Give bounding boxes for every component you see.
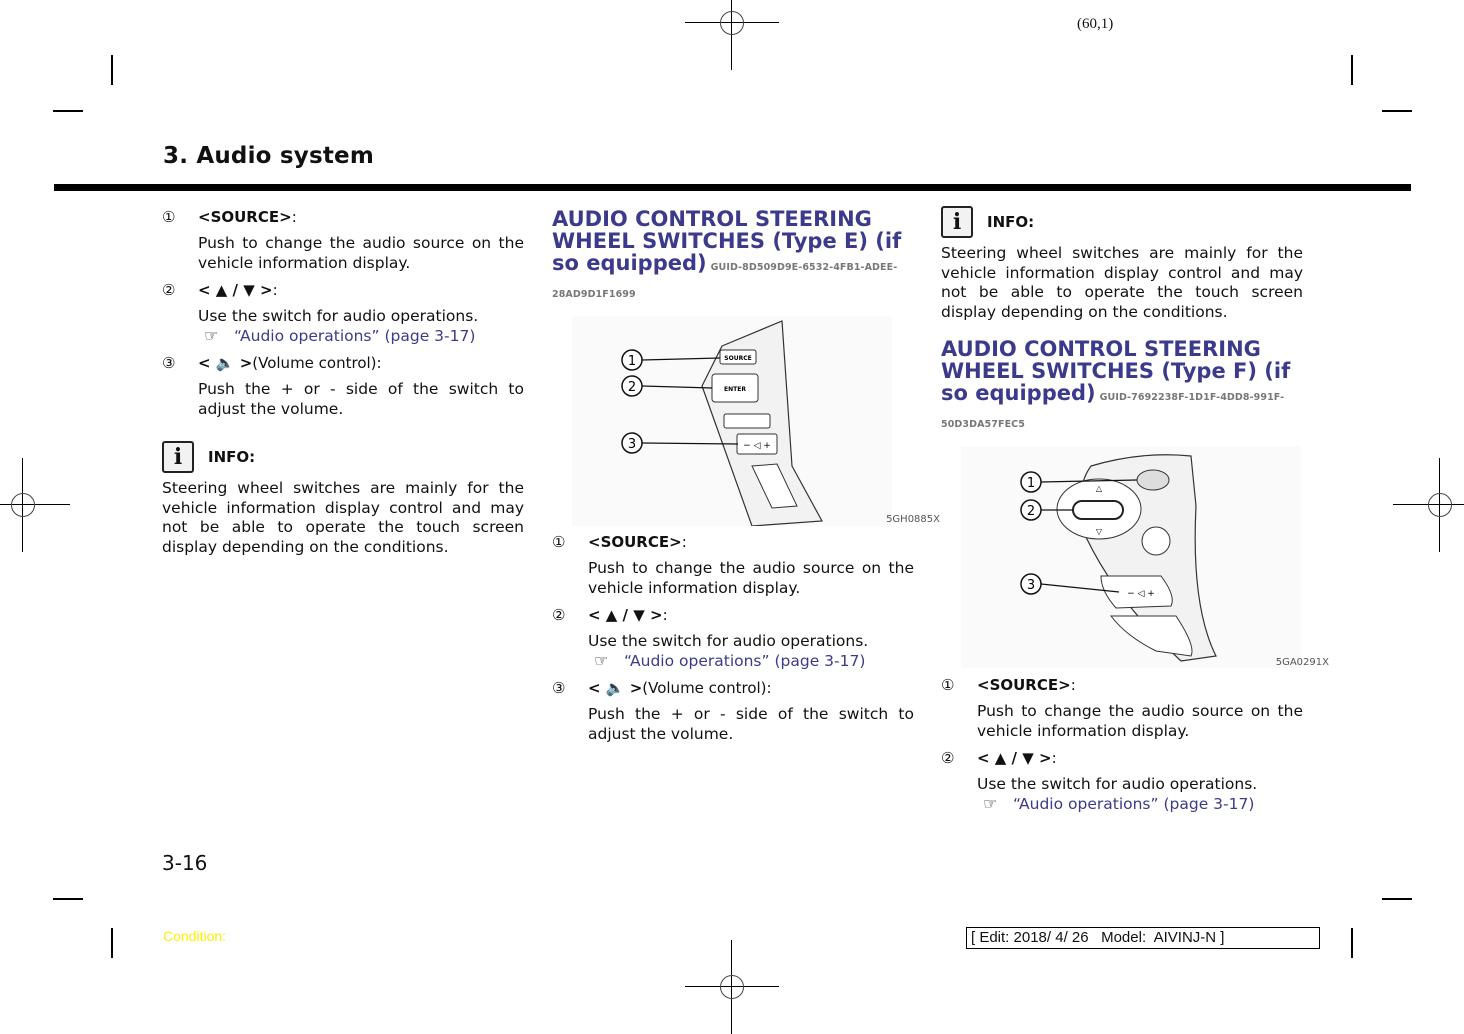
item-label: <SOURCE> xyxy=(977,676,1071,694)
enter-button xyxy=(1072,500,1124,520)
page-reference: (60,1) xyxy=(1077,16,1114,32)
item-label: < ▲ / ▼ > xyxy=(198,281,273,299)
pointing-hand-icon: ☞ xyxy=(594,651,609,670)
section-rule xyxy=(54,184,1411,191)
item-description: Use the switch for audio operations. xyxy=(977,775,1258,793)
figure-callout-1: 1 xyxy=(1027,476,1035,491)
svg-text:− ◁ +: − ◁ + xyxy=(1127,589,1155,599)
svg-text:ENTER: ENTER xyxy=(724,386,746,393)
item-label: < 🔈 > xyxy=(588,679,643,697)
column-2: AUDIO CONTROL STEERING WHEEL SWITCHES (T… xyxy=(552,207,940,750)
item-description: Push to change the audio source on the v… xyxy=(588,559,914,597)
item-label: < ▲ / ▼ > xyxy=(588,606,663,624)
section-heading: AUDIO CONTROL STEERING WHEEL SWITCHES (T… xyxy=(552,207,902,300)
list-item: ② < ▲ / ▼ >: Use the switch for audio ope… xyxy=(552,604,914,671)
source-button xyxy=(1136,469,1170,491)
info-text: Steering wheel switches are mainly for t… xyxy=(162,479,524,556)
condition-label: Condition: xyxy=(163,928,227,944)
figure-callout-2: 2 xyxy=(628,380,636,395)
callout-number: ② xyxy=(941,749,955,767)
callout-number: ③ xyxy=(162,354,176,372)
registration-mark-top xyxy=(685,0,779,70)
callout-number: ③ xyxy=(552,679,566,697)
item-description: Push the + or - side of the switch to ad… xyxy=(588,705,914,743)
svg-text:▽: ▽ xyxy=(1096,527,1103,536)
crop-mark xyxy=(53,898,83,900)
item-description: Push to change the audio source on the v… xyxy=(977,702,1303,740)
crop-mark xyxy=(53,110,83,112)
figure-callout-2: 2 xyxy=(1027,504,1035,519)
list-item: ① <SOURCE>: Push to change the audio sour… xyxy=(941,676,1303,740)
item-description: Use the switch for audio operations. xyxy=(588,632,869,650)
registration-mark-right xyxy=(1393,458,1464,552)
pointing-hand-icon: ☞ xyxy=(983,794,998,813)
list-item: ① <SOURCE>: Push to change the audio sour… xyxy=(162,208,524,272)
svg-text:− ◁ +: − ◁ + xyxy=(743,441,771,451)
crop-mark xyxy=(1382,110,1412,112)
crop-mark xyxy=(111,55,113,85)
list-item: ① <SOURCE>: Push to change the audio sour… xyxy=(552,533,914,597)
edit-info-box: [ Edit: 2018/ 4/ 26 Model: AIVINJ-N ] xyxy=(966,927,1320,949)
svg-text:△: △ xyxy=(1096,484,1103,493)
info-icon: i xyxy=(162,441,194,473)
registration-mark-bottom xyxy=(685,940,779,1034)
info-header: i INFO: xyxy=(162,441,524,473)
list-item: ② < ▲ / ▼ >: Use the switch for audio ope… xyxy=(941,747,1303,814)
callout-number: ① xyxy=(552,533,566,551)
list-item: ③ < 🔈 > (Volume control): Push the + or -… xyxy=(162,354,524,418)
item-label: <SOURCE> xyxy=(588,533,682,551)
callout-number: ② xyxy=(162,281,176,299)
cross-reference-link[interactable]: ☞ “Audio operations” (page 3-17) xyxy=(588,651,914,671)
column-3: i INFO: Steering wheel switches are main… xyxy=(941,206,1329,820)
info-label: INFO: xyxy=(987,213,1035,231)
info-label: INFO: xyxy=(208,448,256,466)
item-description: Use the switch for audio operations. xyxy=(198,307,479,325)
crop-mark xyxy=(1382,898,1412,900)
figure-type-f: △ ▽ − ◁ + 1 2 3 5GA0291X xyxy=(941,446,1329,674)
svg-text:SOURCE: SOURCE xyxy=(724,355,751,362)
figure-type-e: SOURCE ENTER − ◁ + 1 2 3 5GH0885X xyxy=(552,316,940,531)
figure-callout-3: 3 xyxy=(628,437,636,452)
info-text: Steering wheel switches are mainly for t… xyxy=(941,244,1303,321)
steering-switch-type-f-illustration: △ ▽ − ◁ + 1 2 3 xyxy=(961,446,1301,668)
crop-mark xyxy=(1351,928,1353,958)
figure-code: 5GH0885X xyxy=(886,514,940,525)
section-heading: AUDIO CONTROL STEERING WHEEL SWITCHES (T… xyxy=(941,337,1291,430)
info-header: i INFO: xyxy=(941,206,1303,238)
column-1: ① <SOURCE>: Push to change the audio sour… xyxy=(162,206,524,557)
page-number: 3-16 xyxy=(162,851,208,875)
item-label: < ▲ / ▼ > xyxy=(977,749,1052,767)
steering-switch-type-e-illustration: SOURCE ENTER − ◁ + 1 2 3 xyxy=(572,316,892,527)
callout-number: ② xyxy=(552,606,566,624)
info-icon: i xyxy=(941,206,973,238)
figure-code: 5GA0291X xyxy=(1275,657,1329,668)
cross-reference-link[interactable]: ☞ “Audio operations” (page 3-17) xyxy=(977,794,1303,814)
section-title: 3. Audio system xyxy=(163,143,375,169)
item-description: Push to change the audio source on the v… xyxy=(198,234,524,272)
item-description: Push the + or - side of the switch to ad… xyxy=(198,380,524,418)
pointing-hand-icon: ☞ xyxy=(204,326,219,345)
item-label: <SOURCE> xyxy=(198,208,292,226)
crop-mark xyxy=(111,928,113,958)
list-item: ② < ▲ / ▼ >: Use the switch for audio ope… xyxy=(162,279,524,346)
registration-mark-left xyxy=(0,458,70,552)
item-label: < 🔈 > xyxy=(198,354,253,372)
callout-number: ① xyxy=(941,676,955,694)
list-item: ③ < 🔈 > (Volume control): Push the + or -… xyxy=(552,679,914,743)
figure-callout-1: 1 xyxy=(628,354,636,369)
crop-mark xyxy=(1351,55,1353,85)
figure-callout-3: 3 xyxy=(1027,578,1035,593)
cross-reference-link[interactable]: ☞ “Audio operations” (page 3-17) xyxy=(198,326,524,346)
callout-number: ① xyxy=(162,208,176,226)
